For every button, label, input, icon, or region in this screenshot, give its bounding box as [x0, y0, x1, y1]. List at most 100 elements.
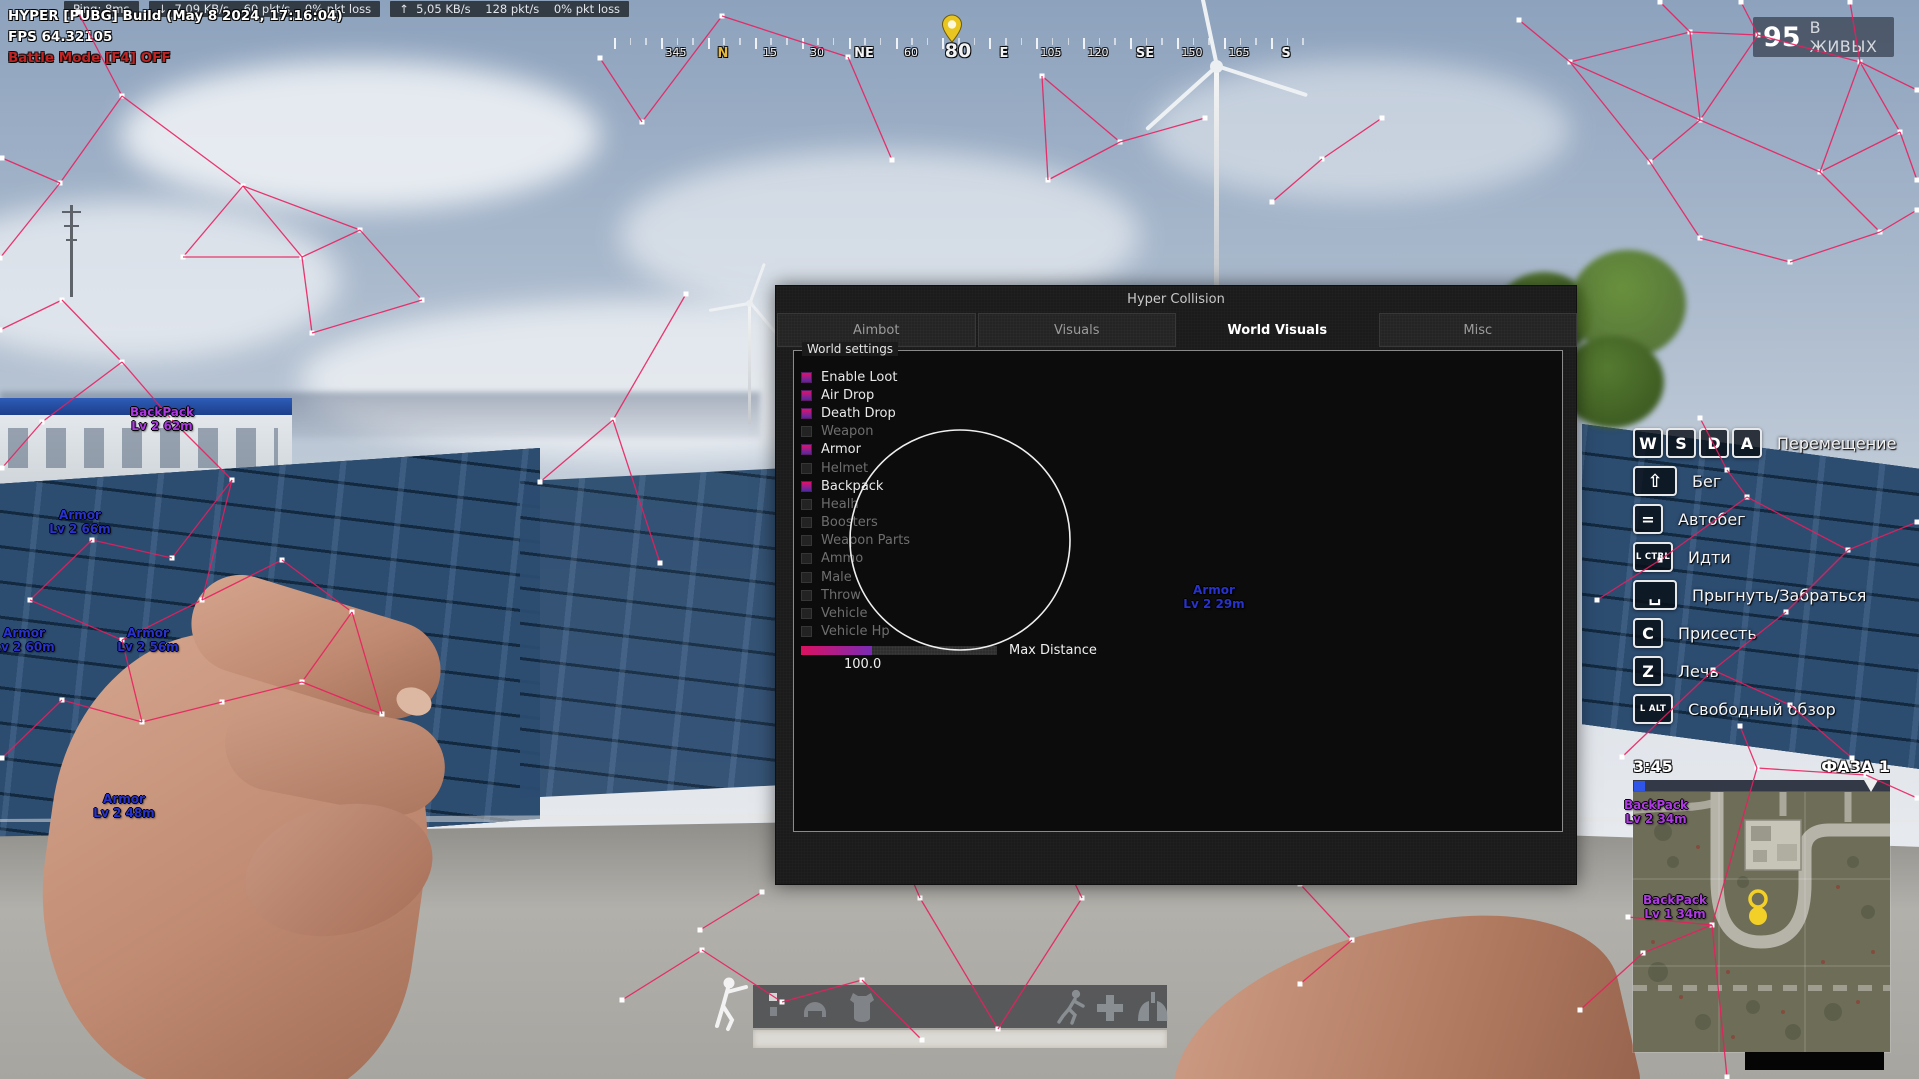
option-label: Weapon — [821, 424, 874, 439]
checkbox-icon[interactable] — [801, 626, 812, 637]
keybind-row: L CTRL Идти — [1633, 542, 1896, 572]
compass-tick — [1255, 38, 1257, 45]
keybind-label: Присесть — [1678, 624, 1757, 643]
option-vehicle-hp[interactable]: Vehicle Hp — [801, 623, 910, 641]
option-boosters[interactable]: Boosters — [801, 514, 910, 532]
keybind-label: Автобег — [1678, 510, 1746, 529]
checkbox-icon[interactable] — [801, 590, 812, 601]
checkbox-icon[interactable] — [801, 426, 812, 437]
helmet-icon — [799, 991, 831, 1023]
option-label: Enable Loot — [821, 370, 897, 385]
keybind-label: Бег — [1692, 472, 1721, 491]
minimap-bottom-bar — [1745, 1052, 1884, 1070]
option-male[interactable]: Male — [801, 568, 910, 586]
checkbox-icon[interactable] — [801, 390, 812, 401]
checkbox-icon[interactable] — [801, 408, 812, 419]
alive-label: В ЖИВЫХ — [1810, 18, 1884, 56]
option-vehicle[interactable]: Vehicle — [801, 604, 910, 622]
keybind-row: ␣Прыгнуть/Забраться — [1633, 580, 1896, 610]
compass-tick — [1177, 38, 1179, 49]
compass-label-345: 345 — [666, 46, 687, 59]
option-enable-loot[interactable]: Enable Loot — [801, 368, 910, 386]
option-label: Helmet — [821, 461, 868, 476]
compass-label-120: 120 — [1088, 46, 1109, 59]
compass-tick — [770, 38, 772, 45]
compass-tick — [864, 38, 866, 45]
compass-tick — [849, 38, 851, 49]
option-weapon-parts[interactable]: Weapon Parts — [801, 532, 910, 550]
esp-item-name: Armor — [93, 792, 154, 806]
minimap[interactable] — [1633, 792, 1890, 1052]
compass-tick — [911, 38, 913, 45]
zone-marker — [1634, 781, 1645, 791]
esp-item-info: Lv 1 34m — [1643, 907, 1707, 921]
cloud — [120, 60, 600, 210]
option-air-drop[interactable]: Air Drop — [801, 386, 910, 404]
esp-label-armor: ArmorLv 2 48m — [93, 792, 154, 820]
esp-item-info: Lv 2 66m — [49, 522, 110, 536]
option-label: Throw — [821, 588, 861, 603]
key-cap: ␣ — [1633, 580, 1677, 610]
option-label: Air Drop — [821, 388, 874, 403]
lungs-icon — [1135, 989, 1171, 1025]
option-label: Armor — [821, 442, 861, 457]
keybind-label: Перемещение — [1777, 434, 1896, 453]
world-settings-group: World settings Enable LootAir DropDeath … — [793, 350, 1563, 832]
compass-tick — [661, 38, 663, 49]
compass-label-n: N — [718, 46, 729, 61]
compass-tick — [1302, 38, 1304, 45]
checkbox-icon[interactable] — [801, 608, 812, 619]
battle-mode-status: Battle Mode [F4] OFF — [8, 48, 343, 69]
compass-tick — [974, 38, 976, 45]
option-throw[interactable]: Throw — [801, 586, 910, 604]
compass-tick — [1052, 38, 1054, 45]
esp-item-name: Armor — [49, 508, 110, 522]
option-death-drop[interactable]: Death Drop — [801, 404, 910, 422]
keybind-label: Идти — [1688, 548, 1731, 567]
option-armor[interactable]: Armor — [801, 441, 910, 459]
compass-tick — [1099, 38, 1101, 45]
checkbox-icon[interactable] — [801, 517, 812, 528]
checkbox-icon[interactable] — [801, 572, 812, 583]
slider-fill — [801, 646, 872, 655]
keybind-row: CПрисесть — [1633, 618, 1896, 648]
key-cap: D — [1699, 428, 1729, 458]
tab-world-visuals[interactable]: World Visuals — [1178, 313, 1377, 347]
option-label: Weapon Parts — [821, 533, 910, 548]
key-cap: W — [1633, 428, 1663, 458]
compass-tick — [786, 38, 788, 45]
checkbox-icon[interactable] — [801, 535, 812, 546]
compass-tick — [723, 38, 725, 45]
cheat-menu-window[interactable]: Hyper Collision AimbotVisualsWorld Visua… — [775, 285, 1577, 885]
checkbox-icon[interactable] — [801, 463, 812, 474]
key-cap: L ALT — [1633, 694, 1673, 724]
checkbox-icon[interactable] — [801, 444, 812, 455]
tab-misc[interactable]: Misc — [1379, 313, 1578, 347]
compass-tick — [708, 38, 710, 49]
cloud — [1150, 60, 1570, 200]
checkbox-icon[interactable] — [801, 553, 812, 564]
esp-item-info: Lv 2 48m — [93, 806, 154, 820]
compass-tick — [802, 38, 804, 49]
keybind-row: =Автобег — [1633, 504, 1896, 534]
checkbox-icon[interactable] — [801, 481, 812, 492]
keybind-hints: WSDAПеремещение⇧Бег=АвтобегL CTRLИдти␣Пр… — [1633, 428, 1896, 732]
alive-counter: 95 В ЖИВЫХ — [1753, 17, 1894, 57]
checkbox-icon[interactable] — [801, 499, 812, 510]
compass-tick — [1161, 38, 1163, 45]
debug-overlay: HYPER [PUBG] Build (May 8 2024, 17:16:04… — [8, 6, 343, 69]
compass-tick — [989, 38, 991, 49]
tab-visuals[interactable]: Visuals — [978, 313, 1177, 347]
compass-tick — [880, 38, 882, 45]
solar-panel-array — [520, 468, 788, 798]
option-ammo[interactable]: Ammo — [801, 550, 910, 568]
option-helmet[interactable]: Helmet — [801, 459, 910, 477]
phase-label: ФАЗА 1 — [1821, 757, 1890, 776]
option-healh[interactable]: Healh — [801, 495, 910, 513]
option-weapon[interactable]: Weapon — [801, 423, 910, 441]
checkbox-icon[interactable] — [801, 372, 812, 383]
key-cap: L CTRL — [1633, 542, 1673, 572]
option-backpack[interactable]: Backpack — [801, 477, 910, 495]
compass-tick — [1068, 38, 1070, 45]
max-distance-slider[interactable] — [801, 646, 997, 655]
